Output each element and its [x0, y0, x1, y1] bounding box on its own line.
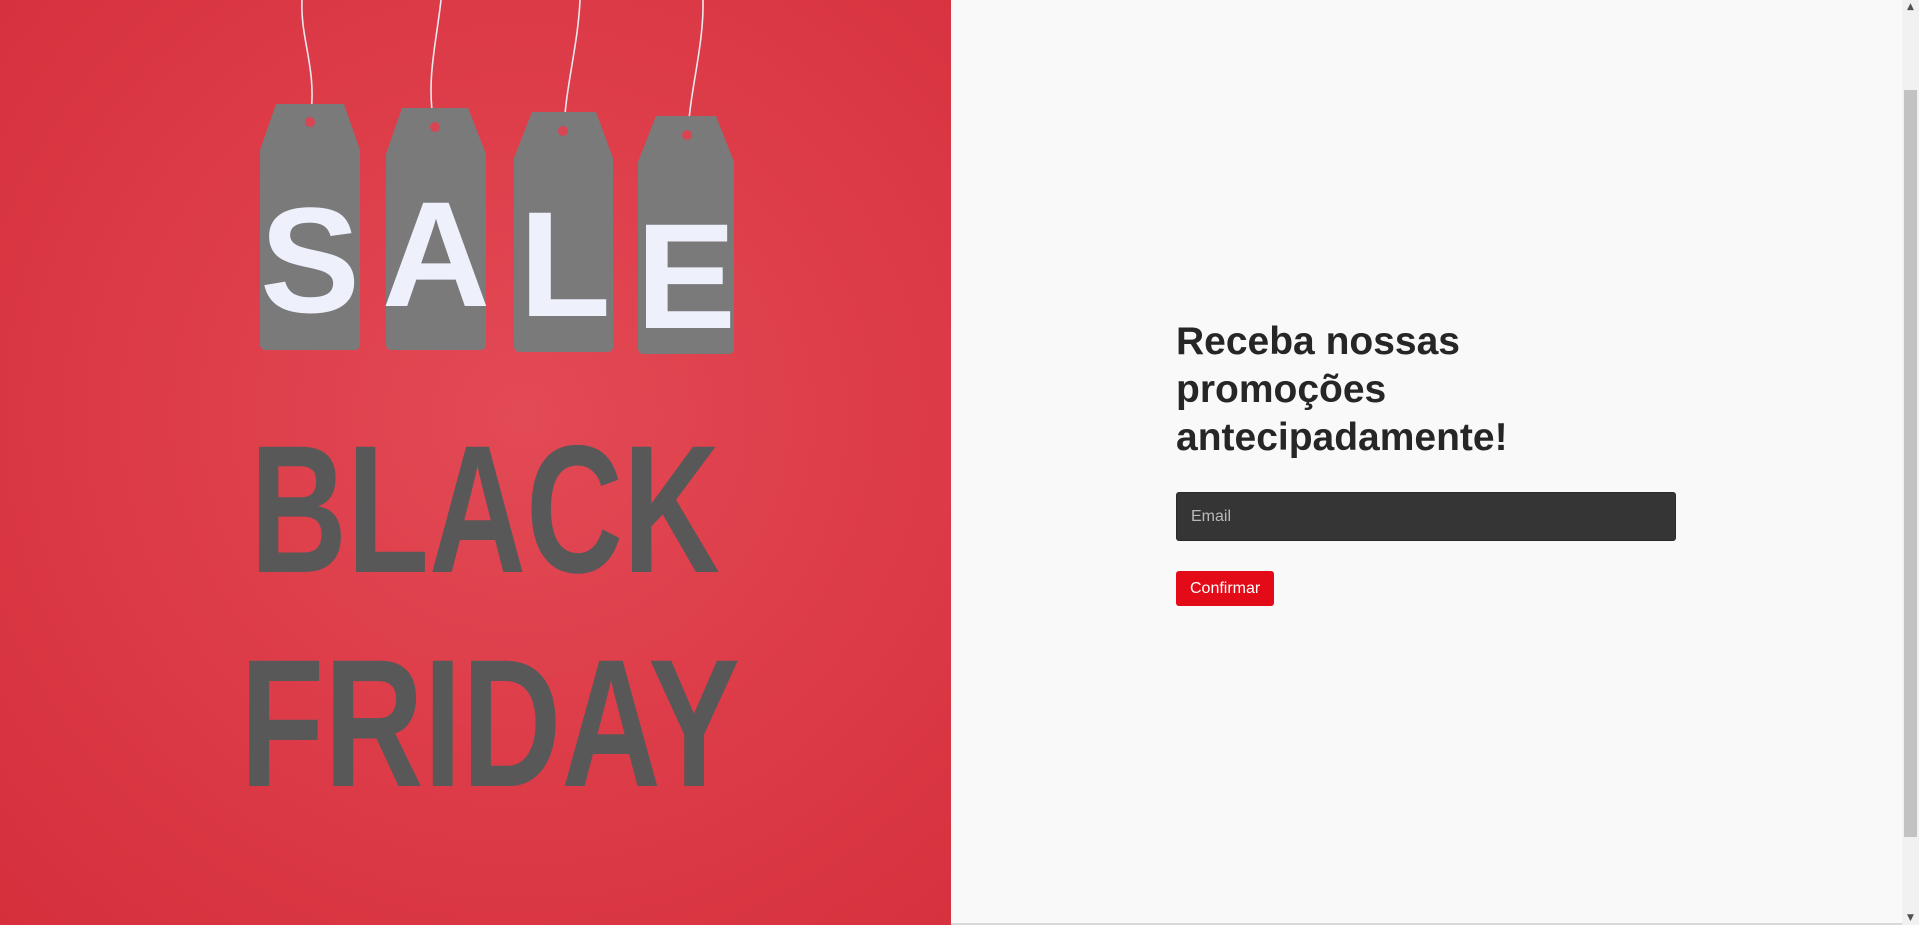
scrollbar-thumb[interactable]: [1904, 90, 1917, 837]
page: S A L E BLACK FRIDAY Receba nossas promo…: [0, 0, 1919, 925]
chevron-down-icon[interactable]: ▼: [1902, 911, 1919, 925]
tag-string: [563, 0, 581, 129]
email-input[interactable]: [1176, 492, 1676, 541]
tag-letter-e: E: [636, 192, 736, 360]
tag-letter-l: L: [519, 180, 611, 348]
tag-letter-a: A: [382, 170, 490, 338]
black-friday-sale-image: S A L E BLACK FRIDAY: [0, 0, 951, 925]
newsletter-panel: Receba nossas promoções antecipadamente!…: [951, 0, 1902, 925]
sale-tag: E: [636, 116, 736, 360]
tag-string: [301, 0, 313, 121]
sale-tag: S: [260, 104, 360, 350]
hero-illustration: S A L E BLACK FRIDAY: [240, 0, 740, 825]
tag-string: [430, 0, 442, 126]
tag-string: [687, 0, 704, 134]
sale-tags: S A L E: [260, 104, 736, 360]
sale-tag: A: [382, 108, 490, 350]
confirm-button[interactable]: Confirmar: [1176, 571, 1275, 606]
headline-line-1: Receba nossas: [1176, 320, 1460, 363]
tag-letter-s: S: [260, 176, 360, 344]
sale-tag: L: [514, 112, 613, 352]
chevron-up-icon[interactable]: ▲: [1902, 0, 1919, 14]
newsletter-headline: Receba nossas promoções antecipadamente!: [1176, 318, 1636, 462]
friday-word: FRIDAY: [240, 621, 740, 825]
headline-line-2: promoções: [1176, 368, 1387, 411]
headline-line-3: antecipadamente!: [1176, 416, 1508, 459]
black-word: BLACK: [250, 407, 720, 611]
vertical-scrollbar[interactable]: ▲ ▼: [1902, 0, 1919, 925]
